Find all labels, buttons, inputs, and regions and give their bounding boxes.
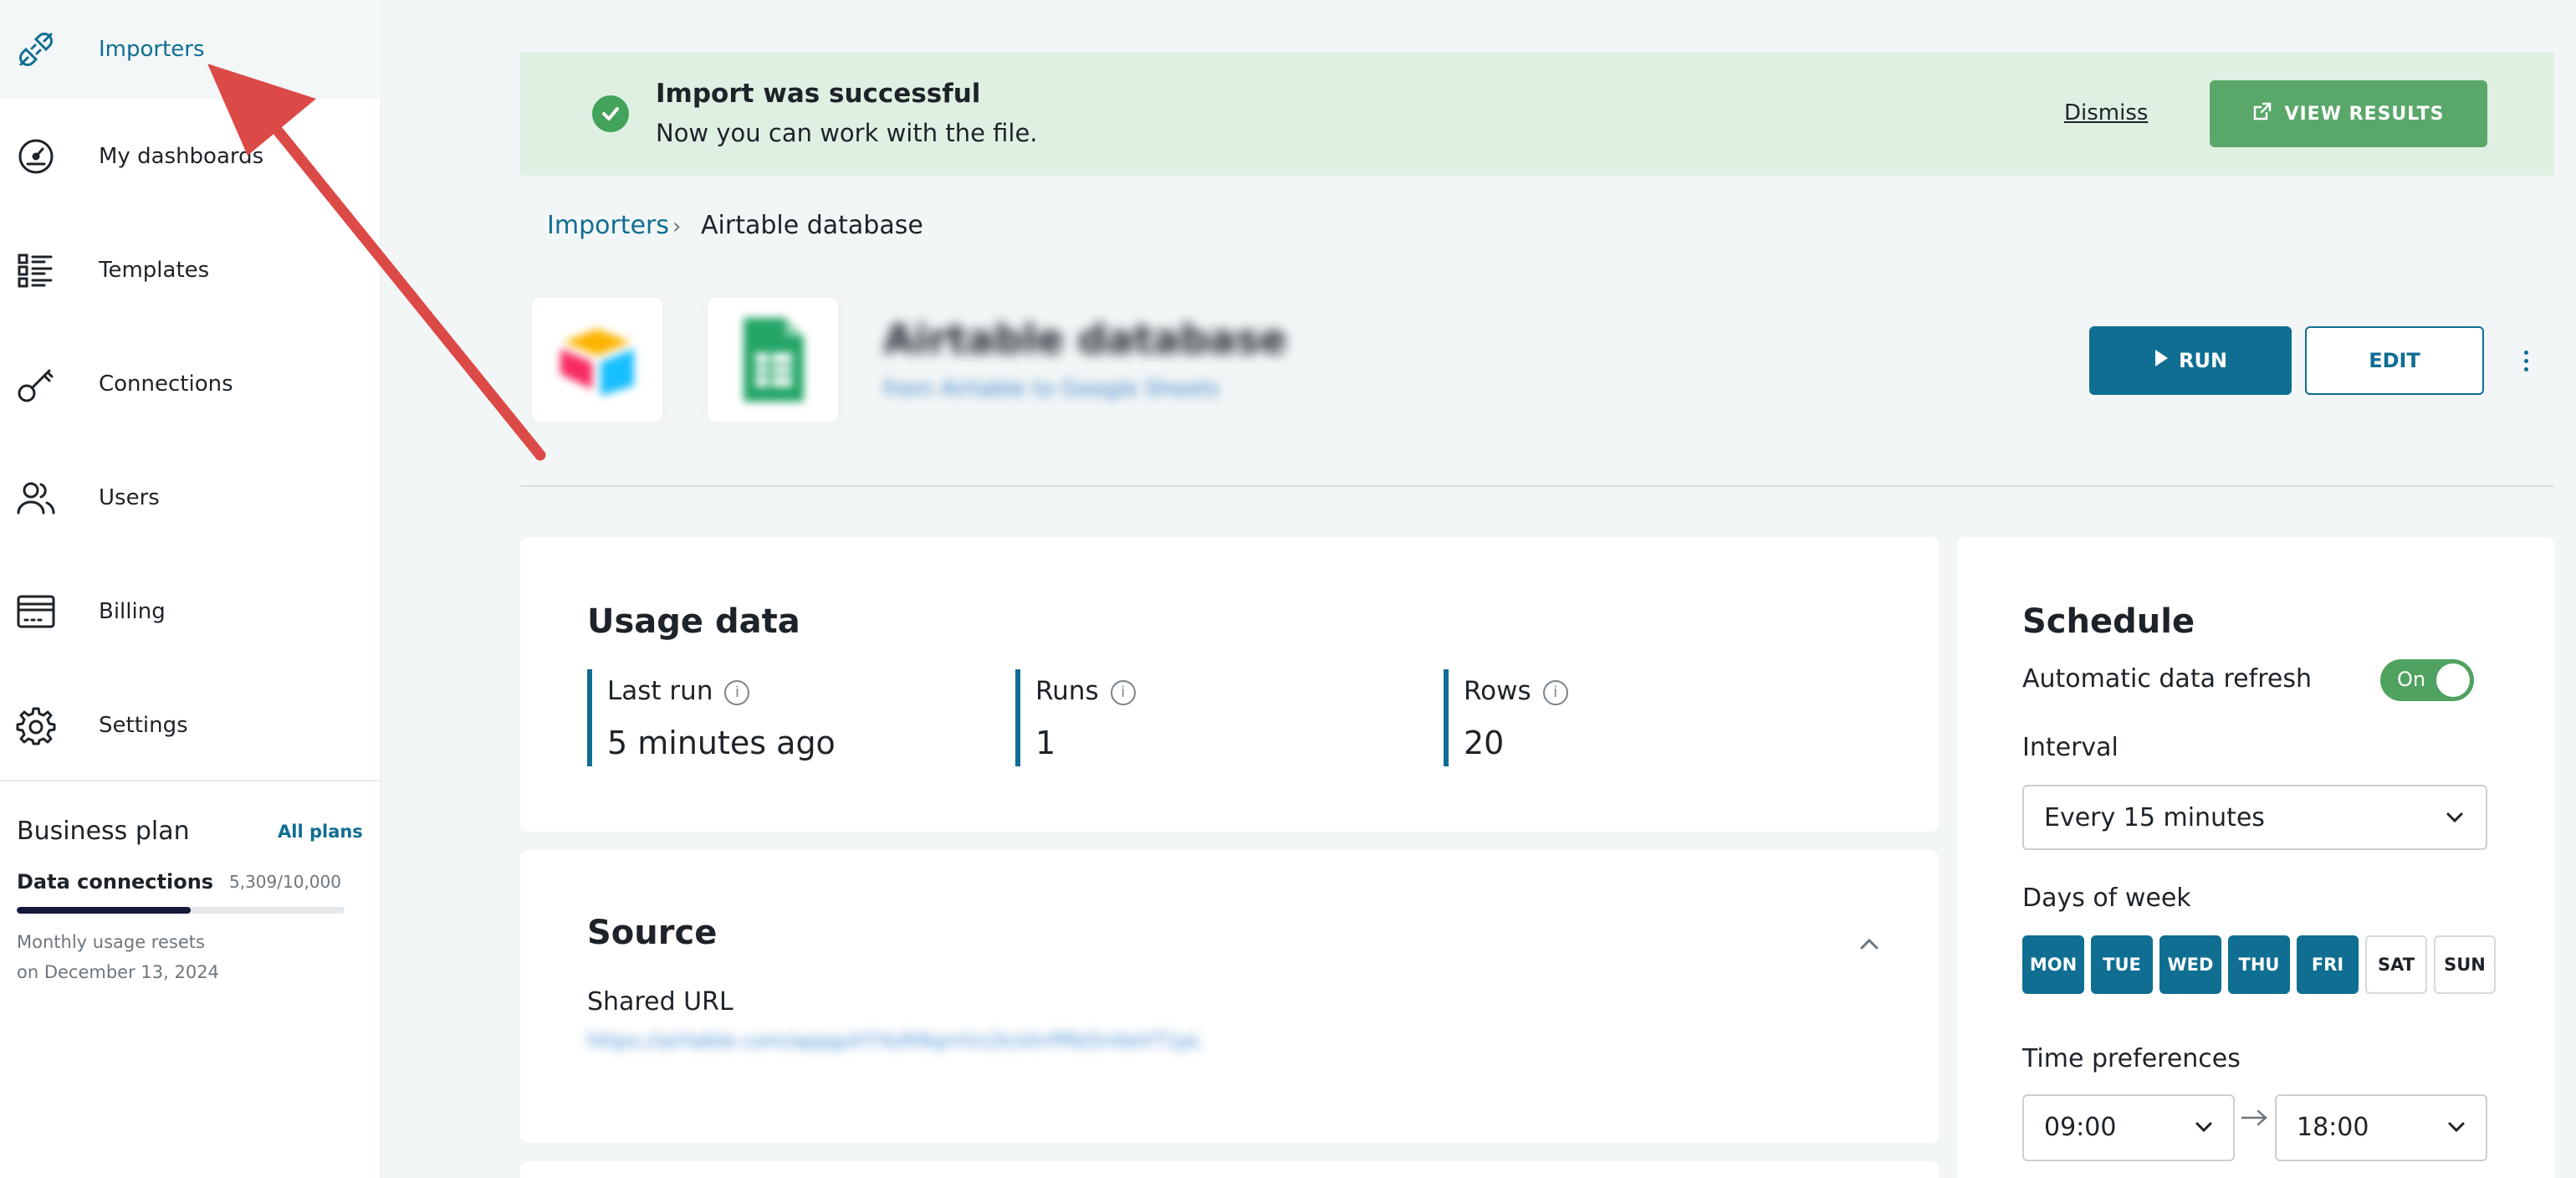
annotation-arrow	[207, 64, 546, 461]
